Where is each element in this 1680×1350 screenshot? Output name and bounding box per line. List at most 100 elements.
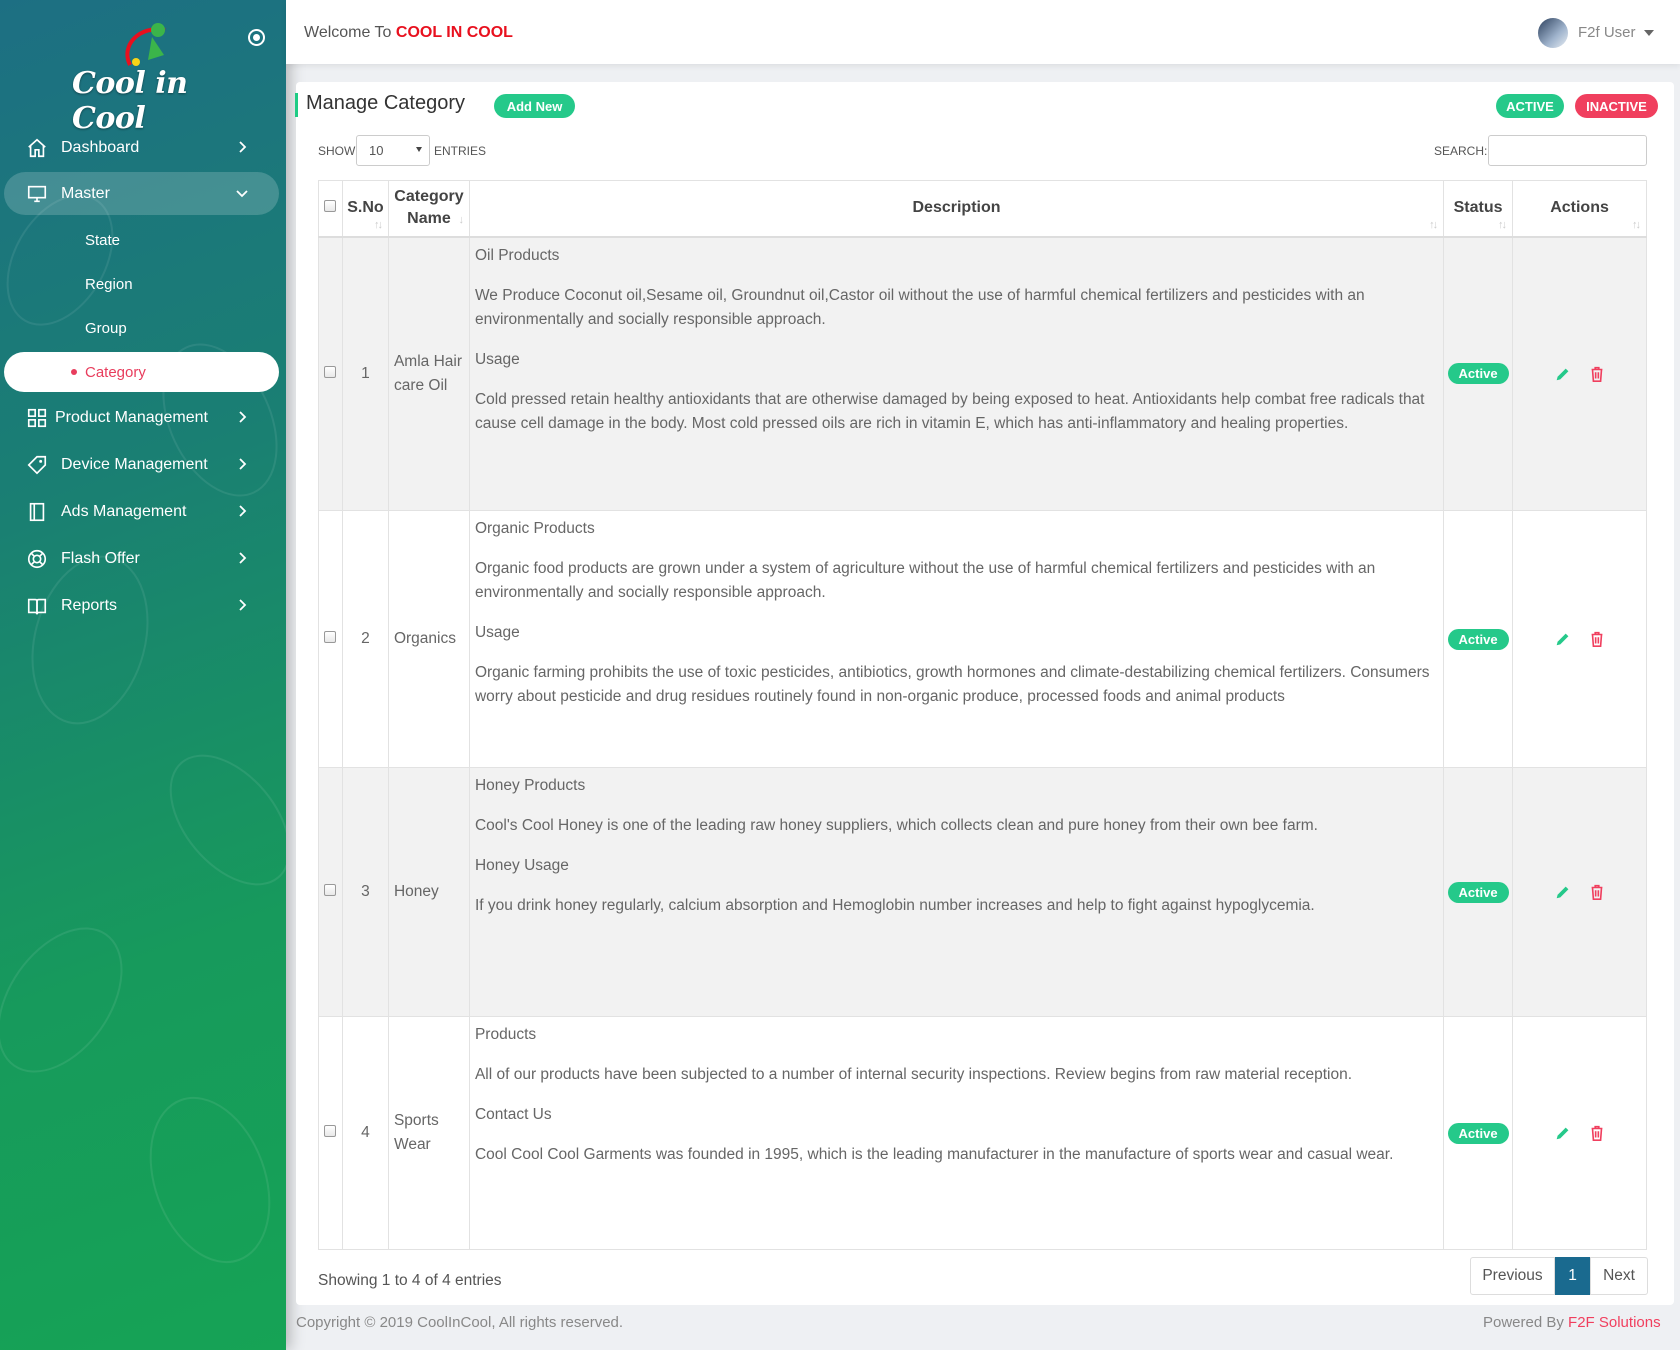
caret-down-icon[interactable] xyxy=(1644,30,1654,36)
cell-sno: 2 xyxy=(341,510,389,768)
pagination-page-1[interactable]: 1 xyxy=(1555,1257,1590,1295)
select-arrow-icon xyxy=(416,147,422,152)
user-avatar[interactable] xyxy=(1538,18,1568,48)
pagination-next[interactable]: Next xyxy=(1590,1257,1648,1295)
header-select-all[interactable] xyxy=(318,180,343,238)
open-book-icon xyxy=(27,598,47,615)
cell-status: Active xyxy=(1443,1016,1514,1250)
row-checkbox[interactable] xyxy=(324,365,337,378)
sidebar-item-label: Device Management xyxy=(61,455,208,473)
sidebar-item-device-management[interactable]: Device Management xyxy=(4,443,279,486)
sort-icon: ↑↓ xyxy=(1429,218,1438,231)
header-actions-label: Actions xyxy=(1550,199,1609,217)
pagination-previous[interactable]: Previous xyxy=(1470,1257,1555,1295)
sidebar: Cool in Cool Dashboard Master State Regi… xyxy=(0,0,286,1350)
edit-pencil-icon[interactable] xyxy=(1554,630,1572,648)
delete-trash-icon[interactable] xyxy=(1588,1124,1606,1142)
chevron-down-icon xyxy=(236,190,248,198)
cell-description: Honey Products Cool's Cool Honey is one … xyxy=(468,767,1445,1017)
entries-select[interactable]: 10 xyxy=(356,135,430,166)
row-select[interactable] xyxy=(318,767,343,1017)
desc-line: Organic food products are grown under a … xyxy=(474,560,1376,601)
sidebar-subitem-label: State xyxy=(85,231,121,249)
cell-sno: 3 xyxy=(341,767,389,1017)
sidebar-item-label: Ads Management xyxy=(61,502,187,520)
header-status[interactable]: Status ↑↓ xyxy=(1443,180,1514,238)
row-checkbox[interactable] xyxy=(324,1125,337,1137)
sidebar-subitem-group[interactable]: Group xyxy=(4,308,279,348)
home-icon xyxy=(28,138,46,158)
cell-category-name: Honey xyxy=(387,767,470,1017)
header-sno[interactable]: S.No ↑↓ xyxy=(341,180,389,238)
row-checkbox[interactable] xyxy=(324,631,337,643)
user-name[interactable]: F2f User xyxy=(1578,24,1636,41)
status-badge[interactable]: Active xyxy=(1447,1122,1509,1144)
search-label: SEARCH: xyxy=(1434,144,1488,158)
header-category[interactable]: Category Name ↓ xyxy=(387,180,470,238)
row-select[interactable] xyxy=(318,236,343,511)
header-status-label: Status xyxy=(1453,199,1503,217)
sidebar-subitem-label: Region xyxy=(85,275,133,293)
title-accent-bar xyxy=(295,93,298,117)
sidebar-toggle-icon[interactable] xyxy=(248,29,265,46)
add-new-button[interactable]: Add New xyxy=(494,94,575,118)
row-select[interactable] xyxy=(318,510,343,768)
cell-sno: 4 xyxy=(341,1016,389,1250)
desc-line: Oil Products xyxy=(474,246,560,264)
sidebar-item-reports[interactable]: Reports xyxy=(4,584,279,627)
cell-sno: 1 xyxy=(341,236,389,511)
filter-inactive-button[interactable]: INACTIVE xyxy=(1575,94,1658,118)
row-checkbox[interactable] xyxy=(324,884,337,896)
filter-active-button[interactable]: ACTIVE xyxy=(1496,94,1564,118)
footer-powered-brand[interactable]: F2F Solutions xyxy=(1568,1314,1661,1331)
table-info: Showing 1 to 4 of 4 entries xyxy=(318,1272,502,1289)
sidebar-subitem-category[interactable]: Category xyxy=(4,352,279,392)
table-row: 1 Amla Hair care Oil Oil Products We Pro… xyxy=(318,236,1647,511)
delete-trash-icon[interactable] xyxy=(1588,883,1606,901)
desc-line: Honey Usage xyxy=(474,857,569,874)
monitor-icon xyxy=(27,185,47,203)
sort-icon: ↓ xyxy=(458,213,463,226)
welcome-brand: COOL IN COOL xyxy=(395,24,513,41)
sidebar-subitem-state[interactable]: State xyxy=(4,220,279,260)
table-header-row: S.No ↑↓ Category Name ↓ Description ↑↓ Stat… xyxy=(318,180,1647,238)
status-badge[interactable]: Active xyxy=(1447,363,1509,385)
category-table: S.No ↑↓ Category Name ↓ Description ↑↓ Stat… xyxy=(318,180,1647,1250)
cell-actions xyxy=(1512,1016,1647,1250)
edit-pencil-icon[interactable] xyxy=(1554,365,1572,383)
sidebar-item-master[interactable]: Master xyxy=(4,172,279,215)
sort-icon: ↑↓ xyxy=(1632,218,1641,231)
sidebar-item-ads-management[interactable]: Ads Management xyxy=(4,490,279,533)
sidebar-item-dashboard[interactable]: Dashboard xyxy=(4,126,279,169)
status-badge[interactable]: Active xyxy=(1447,628,1509,650)
sidebar-item-label: Master xyxy=(61,184,110,202)
cell-category-name: Amla Hair care Oil xyxy=(387,236,470,511)
row-select[interactable] xyxy=(318,1016,343,1250)
edit-pencil-icon[interactable] xyxy=(1554,1124,1572,1142)
desc-line: Products xyxy=(474,1026,537,1043)
entries-label: ENTRIES xyxy=(434,144,487,158)
sidebar-subitem-label: Category xyxy=(85,363,146,381)
desc-line: All of our products have been subjected … xyxy=(474,1066,1353,1083)
header-description[interactable]: Description ↑↓ xyxy=(468,180,1445,238)
table-row: 4 Sports Wear Products All of our produc… xyxy=(318,1016,1647,1250)
header-actions[interactable]: Actions ↑↓ xyxy=(1512,180,1647,238)
select-all-checkbox[interactable] xyxy=(324,200,337,213)
sidebar-item-flash-offer[interactable]: Flash Offer xyxy=(4,537,279,580)
table-row: 2 Organics Organic Products Organic food… xyxy=(318,510,1647,768)
brand-logo[interactable]: Cool in Cool xyxy=(60,10,230,136)
footer-powered-prefix: Powered By xyxy=(1483,1314,1564,1331)
delete-trash-icon[interactable] xyxy=(1588,630,1606,648)
cell-actions xyxy=(1512,767,1647,1017)
sidebar-item-label: Dashboard xyxy=(61,138,140,156)
sidebar-item-product-management[interactable]: Product Management xyxy=(4,396,279,439)
status-badge[interactable]: Active xyxy=(1447,881,1509,903)
lifebuoy-icon xyxy=(27,549,47,569)
sidebar-subitem-region[interactable]: Region xyxy=(4,264,279,304)
edit-pencil-icon[interactable] xyxy=(1554,883,1572,901)
cell-status: Active xyxy=(1443,236,1514,511)
search-input[interactable] xyxy=(1488,135,1647,166)
delete-trash-icon[interactable] xyxy=(1588,365,1606,383)
top-header: Welcome To COOL IN COOL F2f User xyxy=(286,0,1680,64)
welcome-message: Welcome To COOL IN COOL xyxy=(304,24,513,42)
